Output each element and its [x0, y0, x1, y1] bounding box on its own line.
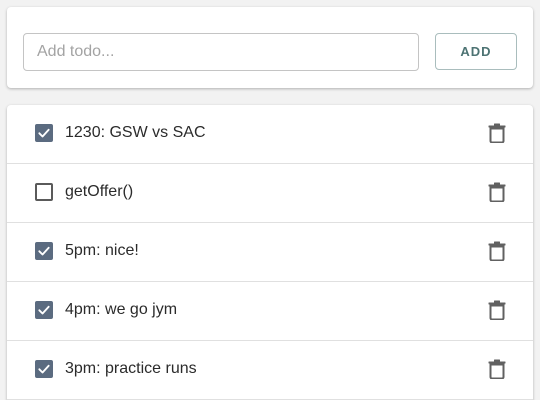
trash-icon — [488, 300, 506, 320]
todo-text: 3pm: practice runs — [65, 360, 197, 377]
add-button[interactable]: ADD — [435, 33, 517, 70]
trash-icon — [488, 359, 506, 379]
todo-item: 3pm: practice runs — [7, 341, 533, 400]
delete-button[interactable] — [485, 121, 509, 145]
delete-button[interactable] — [485, 180, 509, 204]
todo-app: ADD 1230: GSW vs SAC getOffer() 5pm: nice!… — [0, 0, 540, 400]
trash-icon — [488, 123, 506, 143]
todo-checkbox[interactable] — [35, 301, 53, 319]
todo-checkbox[interactable] — [35, 183, 53, 201]
checkmark-icon — [38, 305, 50, 315]
todo-checkbox[interactable] — [35, 242, 53, 260]
trash-icon — [488, 182, 506, 202]
todo-checkbox[interactable] — [35, 360, 53, 378]
add-todo-card: ADD — [7, 7, 533, 88]
todo-input[interactable] — [23, 33, 419, 71]
todo-list: 1230: GSW vs SAC getOffer() 5pm: nice! 4pm:… — [7, 105, 533, 400]
trash-icon — [488, 241, 506, 261]
delete-button[interactable] — [485, 239, 509, 263]
todo-checkbox[interactable] — [35, 124, 53, 142]
todo-item: 4pm: we go jym — [7, 282, 533, 341]
checkmark-icon — [38, 246, 50, 256]
todo-item: getOffer() — [7, 164, 533, 223]
todo-text: 5pm: nice! — [65, 242, 139, 259]
todo-item: 5pm: nice! — [7, 223, 533, 282]
todo-text: getOffer() — [65, 183, 134, 200]
todo-item: 1230: GSW vs SAC — [7, 105, 533, 164]
checkmark-icon — [38, 364, 50, 374]
checkmark-icon — [38, 128, 50, 138]
delete-button[interactable] — [485, 298, 509, 322]
todo-text: 4pm: we go jym — [65, 301, 178, 318]
delete-button[interactable] — [485, 357, 509, 381]
todo-text: 1230: GSW vs SAC — [65, 124, 206, 141]
